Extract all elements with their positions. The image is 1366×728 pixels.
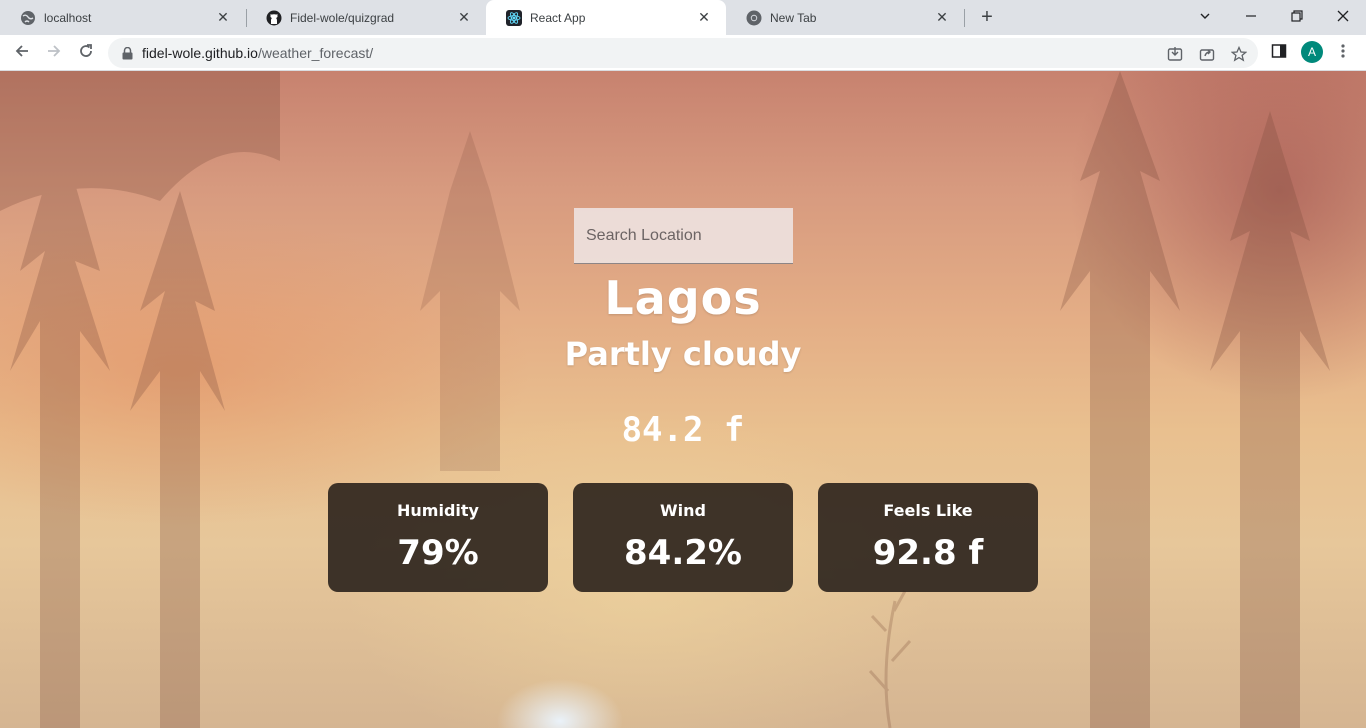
minimize-icon [1245,9,1257,27]
browser-menu-button[interactable] [1330,40,1356,66]
forest-background-image [0,71,1330,728]
card-value: 79% [397,533,479,573]
url-text: fidel-wole.github.io/weather_forecast/ [142,45,373,61]
card-label: Wind [660,501,706,520]
tab-react-app[interactable]: React App ✕ [486,0,726,35]
current-temperature: 84.2 f [621,410,745,450]
reload-button[interactable] [72,39,100,67]
chrome-icon [746,10,762,26]
restore-icon [1291,9,1303,27]
tab-github-quizgrad[interactable]: Fidel-wole/quizgrad ✕ [246,0,486,35]
back-button[interactable] [8,39,36,67]
minimize-button[interactable] [1228,0,1274,35]
tab-title: localhost [44,10,92,25]
lock-icon[interactable] [120,46,134,60]
chevron-down-icon [1199,9,1211,27]
react-icon [506,9,522,26]
city-name: Lagos [604,271,762,325]
forward-button[interactable] [40,39,68,67]
github-icon [266,10,282,26]
tab-search-button[interactable] [1182,0,1228,35]
close-icon[interactable]: ✕ [696,9,712,26]
card-label: Feels Like [883,501,973,520]
weather-condition: Partly cloudy [564,335,802,373]
side-panel-icon [1271,43,1287,64]
globe-icon [20,10,36,26]
address-bar[interactable]: fidel-wole.github.io/weather_forecast/ [108,38,1258,68]
card-label: Humidity [397,501,479,520]
wind-card: Wind 84.2% [573,483,793,592]
close-icon[interactable]: ✕ [934,9,950,26]
card-value: 84.2% [624,533,742,573]
tab-title: React App [530,10,586,25]
close-icon[interactable]: ✕ [456,9,472,26]
feels-like-card: Feels Like 92.8 f [818,483,1038,592]
tab-localhost[interactable]: localhost ✕ [0,0,245,35]
more-vertical-icon [1340,43,1346,64]
arrow-left-icon [14,43,30,64]
side-panel-button[interactable] [1266,40,1292,66]
avatar[interactable]: A [1301,41,1323,63]
close-icon [1337,9,1349,27]
share-icon[interactable] [1198,45,1216,63]
new-tab-button[interactable]: + [976,6,998,28]
tab-title: Fidel-wole/quizgrad [290,10,395,25]
window-close-button[interactable] [1320,0,1366,35]
install-icon[interactable] [1166,45,1184,63]
reload-icon [78,43,94,64]
url-host: fidel-wole.github.io [142,45,258,61]
weather-app-page: Lagos Partly cloudy 84.2 f Humidity 79% … [0,71,1366,728]
humidity-card: Humidity 79% [328,483,548,592]
restore-button[interactable] [1274,0,1320,35]
close-icon[interactable]: ✕ [215,9,231,26]
star-icon[interactable] [1230,45,1248,63]
url-path: /weather_forecast/ [257,45,374,61]
tab-strip: localhost ✕ Fidel-wole/quizgrad ✕ React … [0,0,1366,35]
tab-new-tab[interactable]: New Tab ✕ [726,0,964,35]
search-location-input[interactable] [574,208,793,264]
card-value: 92.8 f [872,533,984,573]
tab-divider [964,9,965,27]
browser-toolbar: fidel-wole.github.io/weather_forecast/ [0,35,1366,71]
arrow-right-icon [46,43,62,64]
tab-title: New Tab [770,10,817,25]
